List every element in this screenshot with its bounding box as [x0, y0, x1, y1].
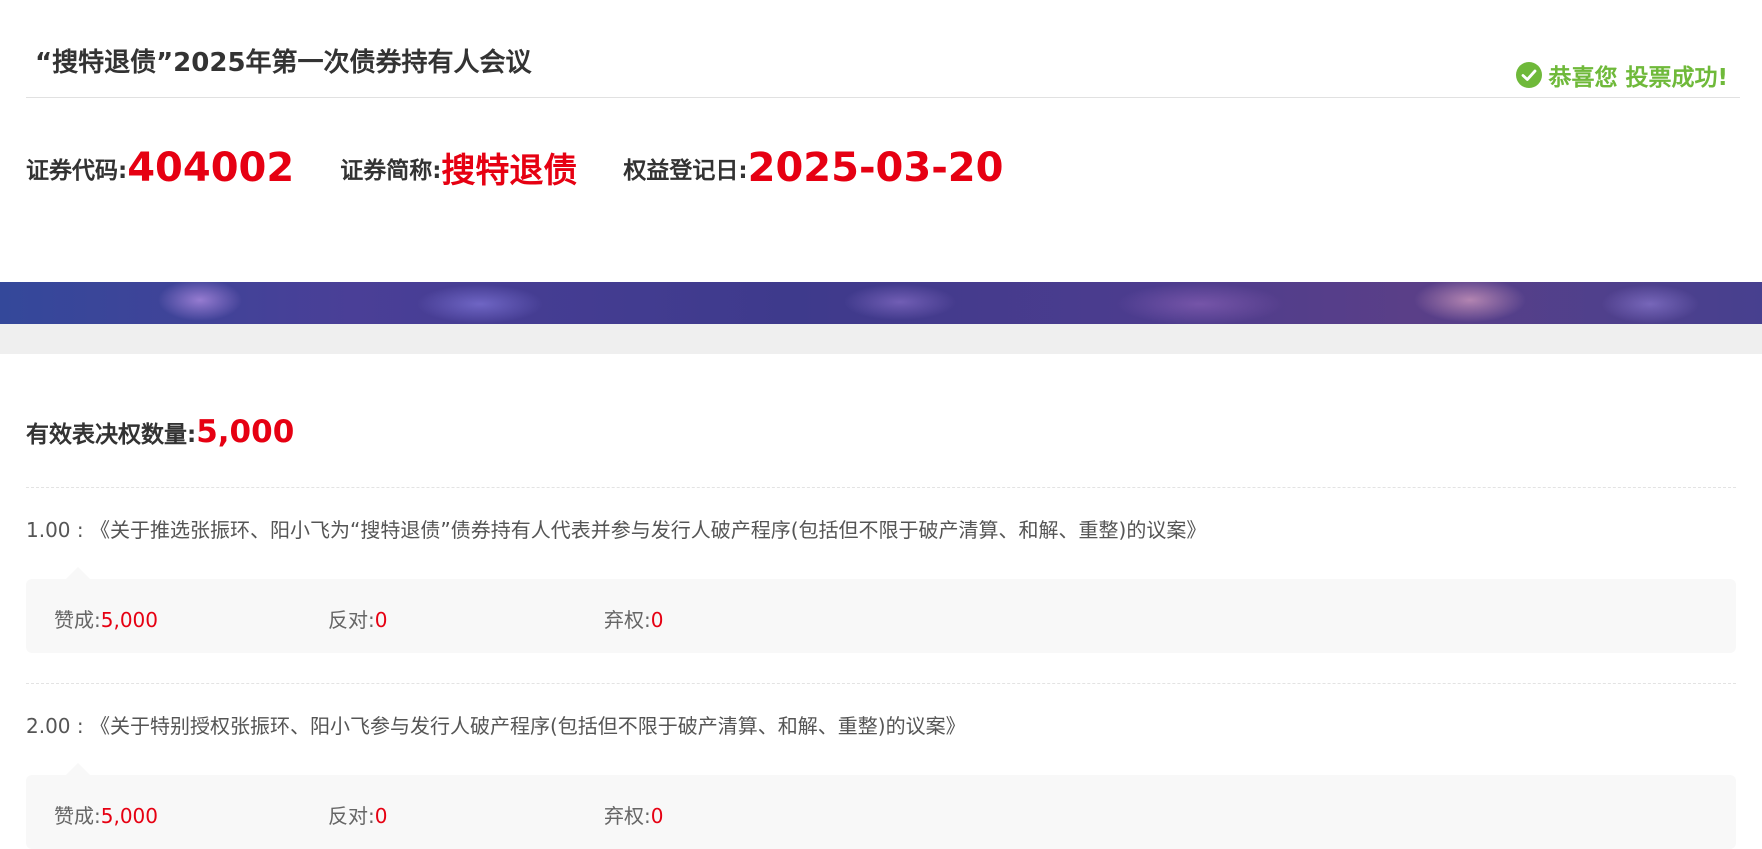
vote-for: 赞成:5,000 — [54, 604, 158, 633]
proposal-number: 1.00 : — [26, 518, 84, 542]
valid-votes-value: 5,000 — [196, 414, 295, 450]
proposal-result: 赞成:5,000 反对:0 弃权:0 — [26, 763, 1736, 849]
record-date: 权益登记日: 2025-03-20 — [623, 145, 1003, 191]
vote-against: 反对:0 — [328, 800, 387, 829]
record-date-label: 权益登记日: — [623, 157, 748, 184]
vote-for-value: 5,000 — [100, 608, 159, 632]
vote-against: 反对:0 — [328, 604, 387, 633]
pointer-arrow — [66, 567, 90, 579]
security-code-label: 证券代码: — [26, 157, 128, 184]
vote-against-value: 0 — [374, 608, 388, 632]
security-short-name-label: 证券简称: — [340, 157, 442, 184]
vote-success-notice: 恭喜您 投票成功! — [1515, 59, 1729, 91]
vote-against-label: 反对: — [328, 608, 375, 632]
section-separator — [0, 324, 1762, 354]
valid-votes-label: 有效表决权数量: — [26, 422, 197, 448]
vote-abstain-label: 弃权: — [604, 804, 651, 828]
record-date-value: 2025-03-20 — [747, 144, 1004, 191]
vote-for: 赞成:5,000 — [54, 800, 158, 829]
pointer-arrow — [66, 763, 90, 775]
security-short-name: 证券简称: 搜特退债 — [340, 143, 577, 192]
vote-abstain-value: 0 — [650, 804, 664, 828]
proposal-title: 1.00 : 《关于推选张振环、阳小飞为“搜特退债”债券持有人代表并参与发行人破… — [26, 514, 1206, 543]
vote-abstain: 弃权:0 — [604, 800, 663, 829]
proposal-number: 2.00 : — [26, 714, 84, 738]
page-header: “搜特退债”2025年第一次债券持有人会议 恭喜您 投票成功! — [26, 0, 1740, 98]
vote-against-value: 0 — [374, 804, 388, 828]
vote-abstain-label: 弃权: — [604, 608, 651, 632]
proposal-title: 2.00 : 《关于特别授权张振环、阳小飞参与发行人破产程序(包括但不限于破产清… — [26, 710, 966, 739]
vote-for-value: 5,000 — [100, 804, 159, 828]
meeting-title: “搜特退债”2025年第一次债券持有人会议 — [35, 48, 532, 78]
divider — [26, 487, 1736, 488]
success-message: 恭喜您 投票成功! — [1548, 65, 1729, 91]
check-circle-icon — [1515, 61, 1543, 89]
vote-abstain: 弃权:0 — [604, 604, 663, 633]
vote-for-label: 赞成: — [54, 804, 101, 828]
decorative-banner — [0, 282, 1762, 324]
proposal-result: 赞成:5,000 反对:0 弃权:0 — [26, 567, 1736, 653]
proposal-name: 《关于推选张振环、阳小飞为“搜特退债”债券持有人代表并参与发行人破产程序(包括但… — [90, 518, 1207, 542]
valid-votes: 有效表决权数量: 5,000 — [26, 414, 294, 450]
vote-for-label: 赞成: — [54, 608, 101, 632]
divider — [26, 683, 1736, 684]
security-code-value: 404002 — [127, 144, 295, 191]
security-short-name-value: 搜特退债 — [441, 151, 578, 191]
vote-against-label: 反对: — [328, 804, 375, 828]
vote-abstain-value: 0 — [650, 608, 664, 632]
security-info-row: 证券代码: 404002 证券简称: 搜特退债 权益登记日: 2025-03-2… — [26, 140, 1049, 195]
security-code: 证券代码: 404002 — [26, 145, 294, 191]
proposal-name: 《关于特别授权张振环、阳小飞参与发行人破产程序(包括但不限于破产清算、和解、重整… — [90, 714, 966, 738]
